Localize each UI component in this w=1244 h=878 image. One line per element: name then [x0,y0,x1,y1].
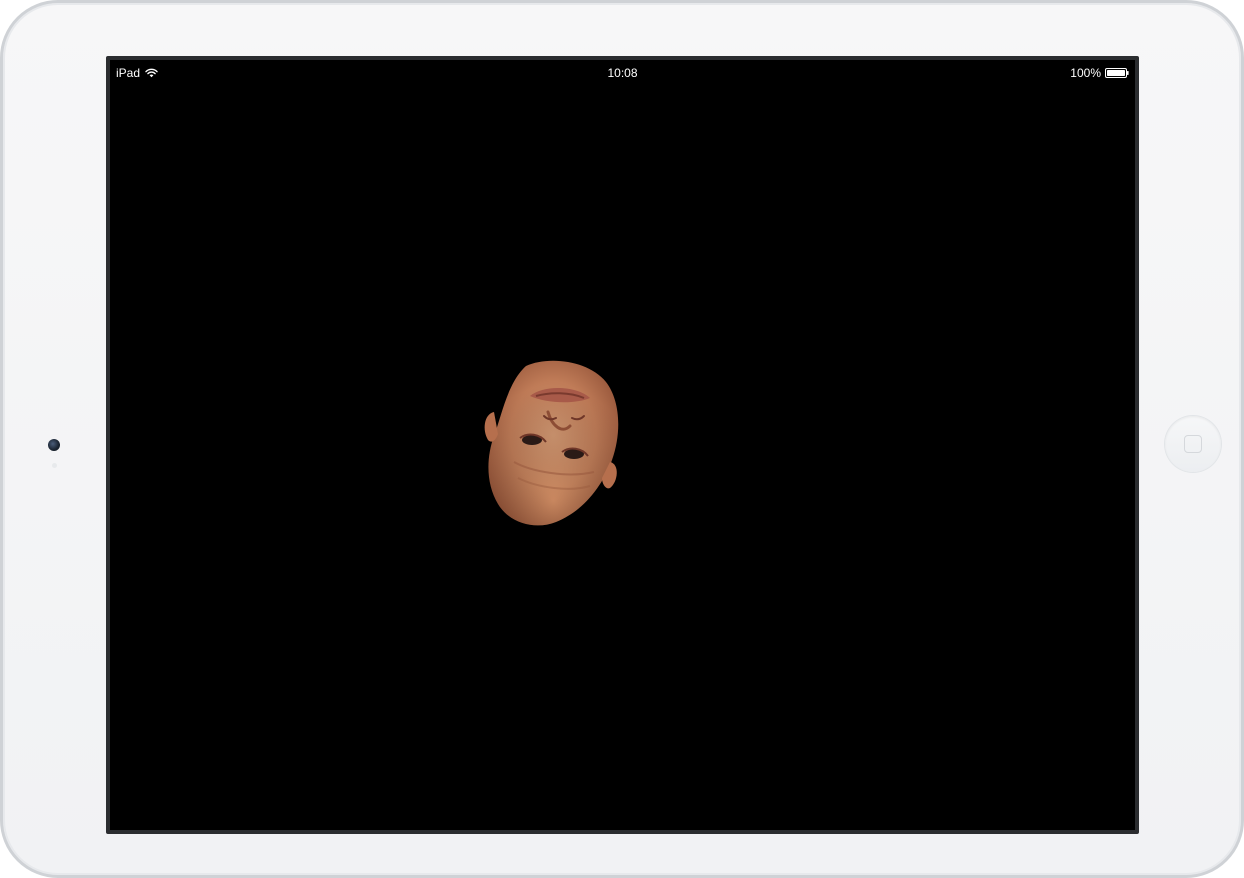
ipad-screen: iPad 10:08 100% [106,56,1139,834]
ambient-light-sensor [52,463,57,468]
front-camera [48,439,60,451]
home-button[interactable] [1165,416,1221,472]
battery-percent: 100% [1070,66,1101,80]
upside-down-face-image [484,360,619,526]
home-square-icon [1184,435,1202,453]
ipad-device: iPad 10:08 100% [0,0,1244,878]
battery-icon [1105,68,1129,78]
status-right: 100% [1070,66,1129,80]
status-bar: iPad 10:08 100% [110,60,1135,88]
status-time: 10:08 [607,66,638,80]
